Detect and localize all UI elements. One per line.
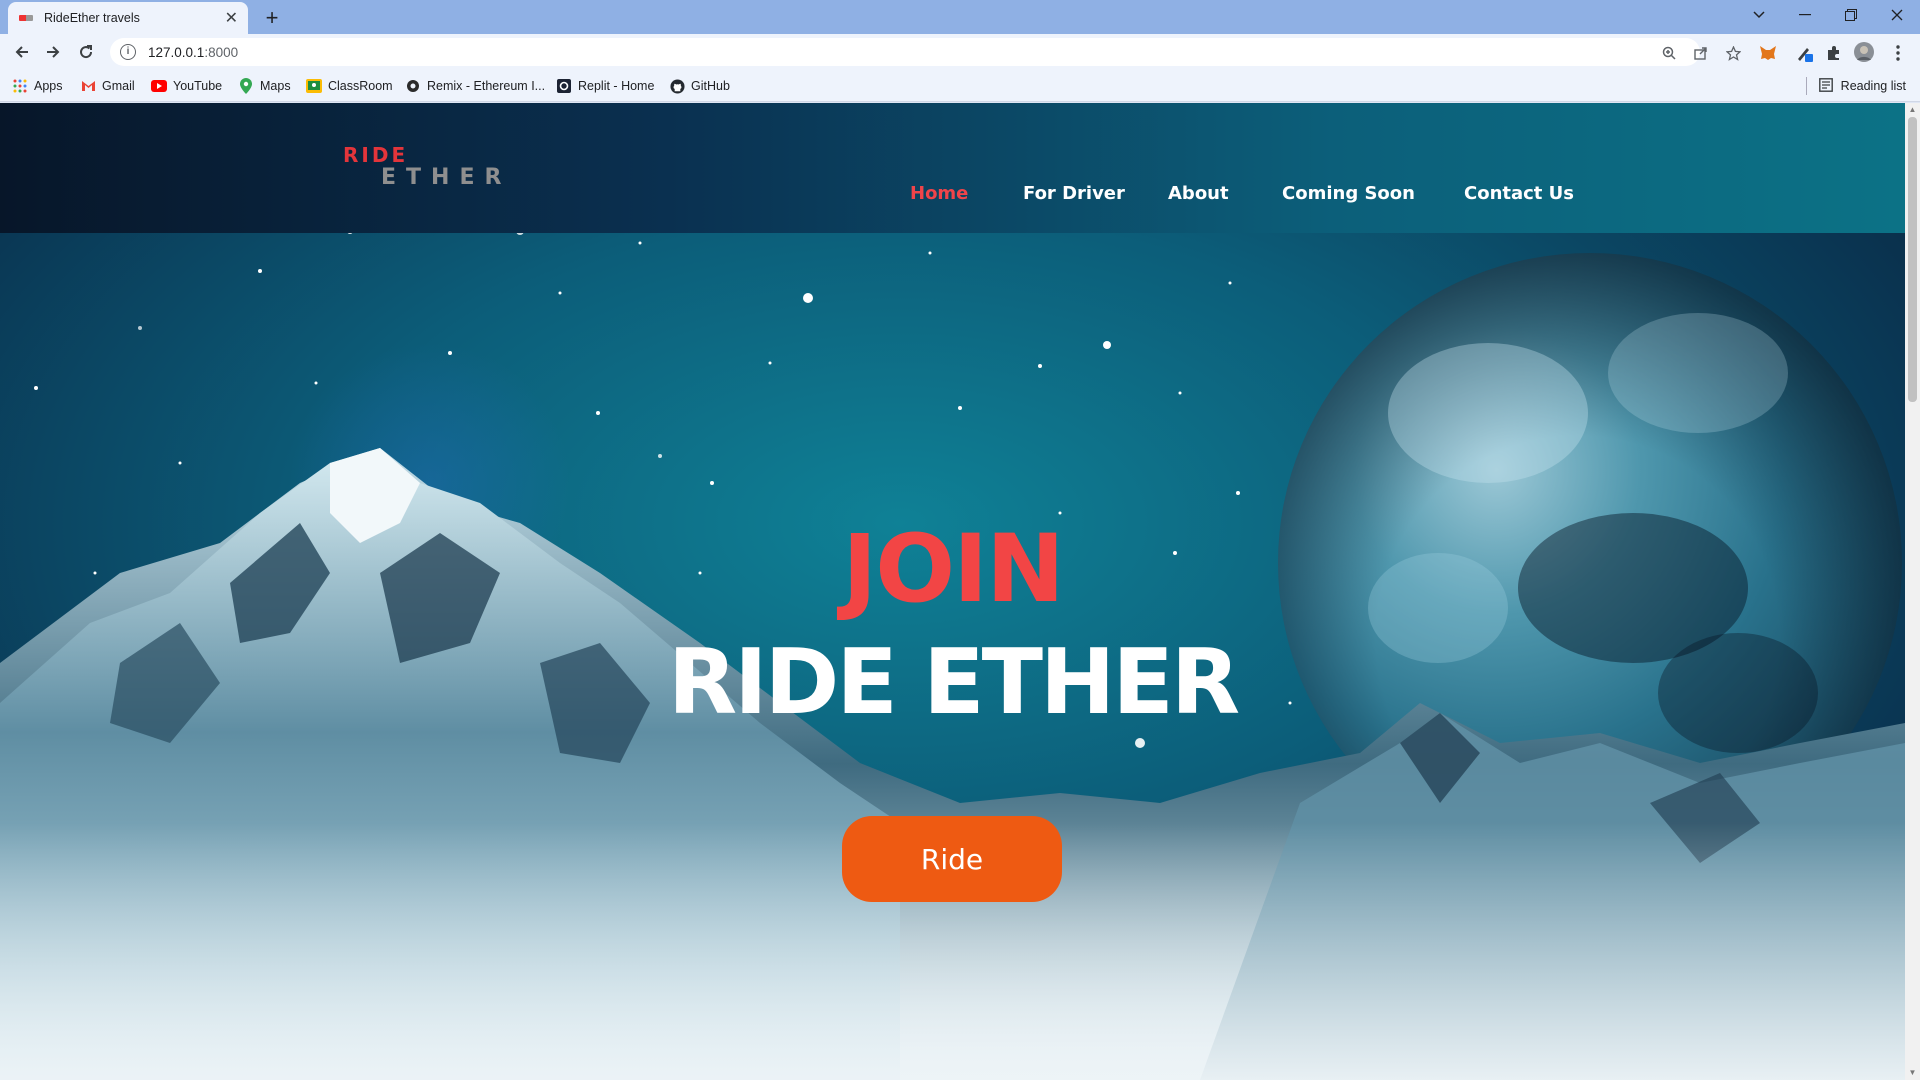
extensions-puzzle-icon[interactable]	[1824, 43, 1844, 63]
bookmark-label: GitHub	[691, 79, 730, 93]
bookmark-label: Remix - Ethereum I...	[427, 79, 546, 93]
site-info-icon[interactable]: i	[120, 44, 136, 60]
reading-list-button[interactable]: Reading list	[1805, 77, 1906, 95]
bookmark-replit[interactable]: Replit - Home	[556, 77, 654, 95]
bookmark-label: Maps	[260, 79, 291, 93]
reading-list-label: Reading list	[1840, 79, 1906, 93]
bookmark-youtube[interactable]: YouTube	[151, 77, 222, 95]
close-window-button[interactable]	[1874, 0, 1920, 30]
tab-close-icon[interactable]: ✕	[225, 8, 238, 28]
bookmark-github[interactable]: GitHub	[669, 77, 730, 95]
forward-button[interactable]	[41, 40, 65, 64]
bookmarks-bar: Apps Gmail YouTube Maps ClassRoom Remix …	[0, 70, 1920, 102]
profile-avatar[interactable]	[1854, 42, 1874, 62]
remix-icon	[405, 78, 421, 94]
gmail-icon	[80, 78, 96, 94]
maps-pin-icon	[238, 78, 254, 94]
tab-search-chevron-icon[interactable]	[1736, 0, 1782, 30]
share-icon[interactable]	[1692, 44, 1710, 62]
metamask-extension-icon[interactable]	[1758, 43, 1778, 63]
bookmark-gmail[interactable]: Gmail	[80, 77, 135, 95]
zoom-icon[interactable]	[1660, 44, 1678, 62]
restore-button[interactable]	[1828, 0, 1874, 30]
scroll-up-arrow-icon[interactable]: ▲	[1908, 105, 1917, 115]
back-button[interactable]	[10, 40, 34, 64]
address-bar[interactable]: i 127.0.0.1:8000	[110, 38, 1741, 66]
github-icon	[669, 78, 685, 94]
bookmark-star-icon[interactable]	[1724, 44, 1742, 62]
replit-icon	[556, 78, 572, 94]
bookmark-label: ClassRoom	[328, 79, 393, 93]
browser-tab[interactable]: RideEther travels ✕	[8, 2, 248, 34]
bookmark-label: Apps	[34, 79, 63, 93]
ride-button[interactable]: Ride	[842, 816, 1062, 902]
divider	[1805, 77, 1807, 95]
hero-title: RIDE ETHER	[667, 630, 1240, 735]
browser-menu-icon[interactable]	[1888, 43, 1908, 63]
bookmark-maps[interactable]: Maps	[238, 77, 291, 95]
bookmark-remix[interactable]: Remix - Ethereum I...	[405, 77, 545, 95]
bookmark-classroom[interactable]: ClassRoom	[306, 77, 393, 95]
youtube-icon	[151, 78, 167, 94]
bookmark-apps[interactable]: Apps	[12, 77, 63, 95]
site-favicon-icon	[18, 10, 34, 26]
scroll-down-arrow-icon[interactable]: ▼	[1908, 1068, 1917, 1078]
bookmark-label: Gmail	[102, 79, 135, 93]
pen-extension-icon[interactable]	[1794, 43, 1814, 63]
reload-button[interactable]	[74, 40, 98, 64]
bookmark-label: Replit - Home	[578, 79, 655, 93]
scrollbar-thumb[interactable]	[1908, 117, 1917, 402]
page-viewport: RIDE ETHER Home For Driver About Coming …	[0, 103, 1905, 1080]
hero-kicker: JOIN	[842, 515, 1065, 624]
browser-tab-strip: RideEther travels ✕ +	[0, 0, 1920, 34]
bookmark-label: YouTube	[173, 79, 223, 93]
tab-title: RideEther travels	[44, 11, 140, 25]
minimize-button[interactable]	[1782, 0, 1828, 30]
page-scrollbar[interactable]: ▲ ▼	[1905, 103, 1920, 1080]
hero-section: JOIN RIDE ETHER Ride	[0, 103, 1905, 1080]
apps-grid-icon	[12, 78, 28, 94]
new-tab-button[interactable]: +	[258, 4, 286, 32]
classroom-icon	[306, 78, 322, 94]
reading-list-icon	[1818, 77, 1833, 95]
browser-toolbar: i 127.0.0.1:8000	[0, 34, 1920, 70]
url-text: 127.0.0.1:8000	[148, 44, 239, 60]
